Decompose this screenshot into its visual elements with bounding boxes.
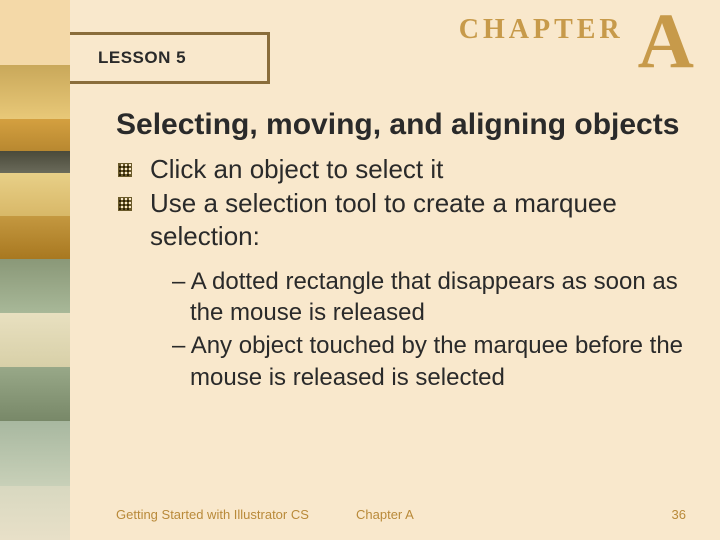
chapter-word: CHAPTER <box>459 14 624 46</box>
footer-page-number: 36 <box>556 507 696 522</box>
slide-footer: Getting Started with Illustrator CS Chap… <box>116 507 696 522</box>
footer-center: Chapter A <box>356 507 556 522</box>
sub-bullet-text: Any object touched by the marquee before… <box>190 332 683 390</box>
decorative-left-strip <box>0 0 70 540</box>
lesson-box: LESSON 5 <box>70 32 270 84</box>
sub-bullet-item: – Any object touched by the marquee befo… <box>172 330 696 392</box>
chapter-heading: CHAPTER A <box>459 8 694 74</box>
footer-left: Getting Started with Illustrator CS <box>116 507 356 522</box>
chapter-letter: A <box>638 8 694 74</box>
bullet-list: Click an object to select it Use a selec… <box>116 153 696 253</box>
bullet-item: Click an object to select it <box>116 153 696 186</box>
slide-content: Selecting, moving, and aligning objects … <box>116 108 696 395</box>
lesson-label: LESSON 5 <box>98 48 186 68</box>
slide-title: Selecting, moving, and aligning objects <box>116 108 696 143</box>
sub-bullet-item: – A dotted rectangle that disappears as … <box>172 266 696 328</box>
sub-bullet-text: A dotted rectangle that disappears as so… <box>190 268 678 326</box>
sub-bullet-list: – A dotted rectangle that disappears as … <box>172 266 696 393</box>
bullet-item: Use a selection tool to create a marquee… <box>116 187 696 252</box>
